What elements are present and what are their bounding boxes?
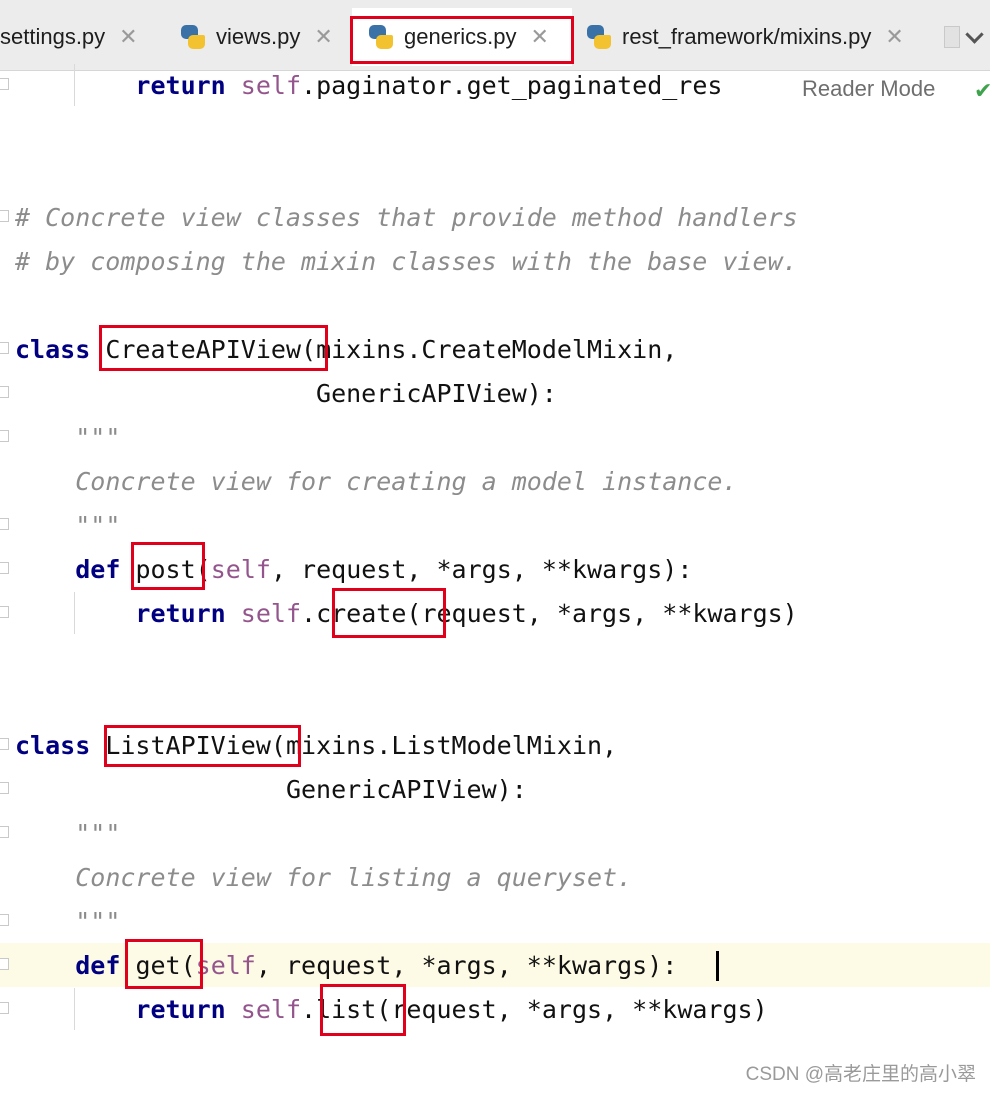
method-name: get (135, 951, 181, 980)
class-name: CreateAPIView (105, 335, 301, 364)
tab-mixins[interactable]: rest_framework/mixins.py ✕ (586, 8, 904, 66)
python-file-icon (180, 24, 206, 50)
comment-line: # Concrete view classes that provide met… (15, 203, 798, 232)
code-line-base-class[interactable]: GenericAPIView): (15, 768, 527, 812)
close-icon[interactable]: ✕ (885, 24, 903, 50)
class-declaration-createapiview[interactable]: class CreateAPIView(mixins.CreateModelMi… (15, 328, 677, 372)
method-name: post (135, 555, 196, 584)
fold-marker-icon[interactable] (0, 430, 9, 442)
tab-generics[interactable]: generics.py ✕ (352, 8, 572, 66)
fold-marker-icon[interactable] (0, 914, 9, 926)
fold-marker-icon[interactable] (0, 1002, 9, 1014)
editor-gutter (0, 70, 10, 1094)
tab-label: settings.py (0, 24, 106, 49)
docstring-quotes: """ (75, 511, 121, 540)
fold-marker-icon[interactable] (0, 210, 9, 222)
fold-marker-icon[interactable] (0, 562, 9, 574)
file-icon (944, 26, 960, 48)
fold-marker-icon[interactable] (0, 518, 9, 530)
python-file-icon (368, 24, 394, 50)
method-call: create (316, 599, 407, 628)
class-name: ListAPIView (105, 731, 271, 760)
close-icon[interactable]: ✕ (314, 24, 332, 50)
code-line-return-create[interactable]: return self.create(request, *args, **kwa… (15, 592, 797, 636)
def-get[interactable]: def get(self, request, *args, **kwargs): (15, 944, 677, 988)
code-line-return-paginator[interactable]: return self.paginator.get_paginated_res (15, 64, 722, 108)
docstring-quotes: """ (75, 819, 121, 848)
check-icon: ✔ (974, 78, 990, 103)
tab-settings[interactable]: settings.py ✕ (0, 8, 138, 66)
docstring-quotes: """ (75, 907, 121, 936)
fold-marker-icon[interactable] (0, 782, 9, 794)
chevron-down-icon[interactable] (965, 25, 984, 44)
class-declaration-listapiview[interactable]: class ListAPIView(mixins.ListModelMixin, (15, 724, 617, 768)
watermark: CSDN @高老庄里的高小翠 (745, 1064, 976, 1085)
code-line-return-list[interactable]: return self.list(request, *args, **kwarg… (15, 988, 767, 1032)
docstring-text: Concrete view for listing a queryset. (75, 863, 633, 892)
close-icon[interactable]: ✕ (119, 24, 137, 50)
fold-marker-icon[interactable] (0, 738, 9, 750)
docstring-quotes: """ (75, 423, 121, 452)
code-line-base-class[interactable]: GenericAPIView): (15, 372, 557, 416)
fold-marker-icon[interactable] (0, 826, 9, 838)
reader-mode-button[interactable]: Reader Mode (802, 76, 936, 102)
fold-marker-icon[interactable] (0, 606, 9, 618)
fold-marker-icon[interactable] (0, 386, 9, 398)
fold-marker-icon[interactable] (0, 78, 9, 90)
tab-label: generics.py (404, 24, 517, 49)
fold-marker-icon[interactable] (0, 958, 9, 970)
fold-marker-icon[interactable] (0, 342, 9, 354)
tab-views[interactable]: views.py ✕ (180, 8, 333, 66)
editor-tab-bar: settings.py ✕ views.py ✕ generics.py ✕ r… (0, 0, 990, 71)
def-post[interactable]: def post(self, request, *args, **kwargs)… (15, 548, 692, 592)
comment-line: # by composing the mixin classes with th… (15, 247, 798, 276)
text-caret (716, 951, 719, 981)
docstring-text: Concrete view for creating a model insta… (75, 467, 738, 496)
close-icon[interactable]: ✕ (531, 24, 549, 50)
tab-label: views.py (216, 24, 301, 49)
method-call: list (316, 995, 377, 1024)
tab-label: rest_framework/mixins.py (622, 24, 872, 49)
python-file-icon (586, 24, 612, 50)
